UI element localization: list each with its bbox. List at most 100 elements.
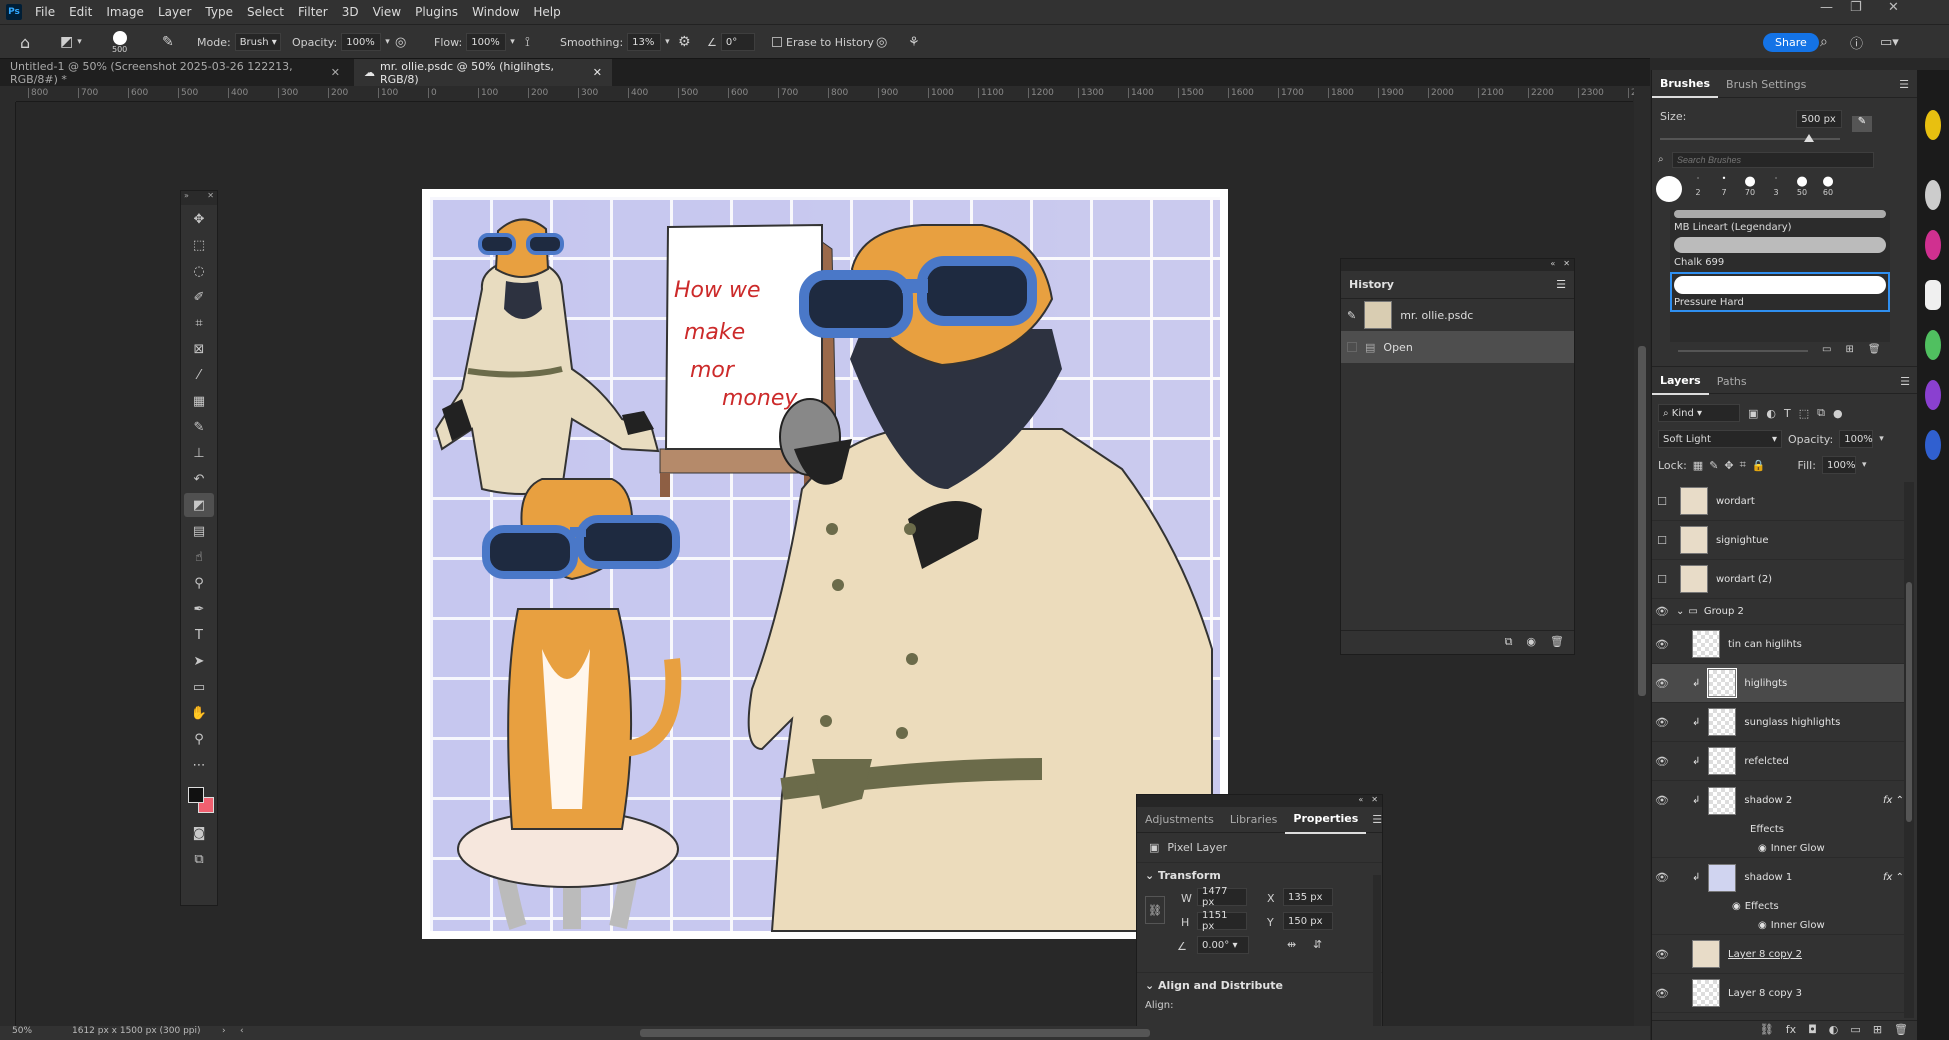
lock-position-icon[interactable]: ✥ bbox=[1724, 459, 1733, 472]
new-document-from-state-icon[interactable]: ⧉ bbox=[1505, 635, 1513, 650]
link-layers-icon[interactable]: ⛓ bbox=[1760, 1023, 1774, 1038]
dodge-tool-icon[interactable]: ⚲ bbox=[184, 571, 214, 595]
filter-shape-icon[interactable]: ⬚ bbox=[1799, 407, 1809, 420]
ruler-origin[interactable] bbox=[0, 86, 16, 102]
app-icon[interactable] bbox=[1925, 230, 1941, 260]
pressure-size-icon[interactable]: ◎ bbox=[876, 25, 887, 59]
x-input[interactable]: 135 px bbox=[1283, 888, 1333, 906]
close-icon[interactable]: ✕ bbox=[1371, 795, 1378, 807]
tab-brushes[interactable]: Brushes bbox=[1652, 70, 1719, 98]
tab-properties[interactable]: Properties bbox=[1285, 806, 1367, 834]
rectangle-tool-icon[interactable]: ▭ bbox=[184, 675, 214, 699]
eye-icon[interactable]: ◉ bbox=[1758, 920, 1767, 931]
size-slider-handle[interactable] bbox=[1804, 134, 1814, 142]
collapse-icon[interactable]: » bbox=[184, 191, 189, 205]
filter-kind-select[interactable]: ⌕ Kind ▾ bbox=[1658, 404, 1740, 422]
brush-size-picker[interactable]: 500 bbox=[112, 25, 127, 59]
home-icon[interactable]: ⌂ bbox=[20, 25, 30, 59]
layer-effects[interactable]: ◉ Effects bbox=[1652, 897, 1904, 916]
close-icon[interactable]: ✕ bbox=[207, 191, 214, 205]
lock-pixels-icon[interactable]: ✎ bbox=[1709, 459, 1718, 472]
chevron-down-icon[interactable]: ▾ bbox=[1879, 434, 1884, 444]
foreground-color-swatch[interactable] bbox=[188, 787, 204, 803]
brush-preset[interactable]: ● 50 bbox=[1794, 174, 1810, 197]
layer-refelcted[interactable]: 👁 ↲ refelcted bbox=[1652, 742, 1904, 781]
minimize-icon[interactable]: — bbox=[1820, 0, 1833, 15]
tab-layers[interactable]: Layers bbox=[1652, 367, 1709, 395]
horizontal-scrollbar[interactable] bbox=[640, 1029, 1150, 1037]
rotation-input[interactable]: 0.00° ▾ bbox=[1197, 936, 1249, 954]
lasso-tool-icon[interactable]: ◌ bbox=[184, 259, 214, 283]
eraser-tool-preset-icon[interactable]: ◩ ▾ bbox=[60, 25, 82, 59]
chevron-down-icon[interactable]: ▾ bbox=[665, 37, 670, 47]
zoom-level[interactable]: 50% bbox=[12, 1026, 32, 1036]
close-tab-icon[interactable]: ✕ bbox=[331, 66, 340, 79]
layers-scrollbar[interactable] bbox=[1904, 482, 1914, 1018]
app-icon[interactable] bbox=[1925, 380, 1941, 410]
document-canvas[interactable]: How we make mor money bbox=[422, 189, 1228, 939]
help-icon[interactable]: ⓘ bbox=[1850, 25, 1863, 59]
path-select-tool-icon[interactable]: ➤ bbox=[184, 649, 214, 673]
workspace-icon[interactable]: ▭▾ bbox=[1880, 25, 1899, 59]
eye-icon[interactable]: 👁 bbox=[1652, 677, 1672, 690]
menu-plugins[interactable]: Plugins bbox=[408, 5, 465, 19]
trash-icon[interactable]: 🗑 bbox=[1550, 635, 1564, 650]
chevron-down-icon[interactable]: ▾ bbox=[1862, 460, 1867, 470]
app-icon[interactable] bbox=[1925, 430, 1941, 460]
eye-icon[interactable]: ◉ bbox=[1732, 901, 1741, 912]
eye-icon[interactable]: 👁 bbox=[1652, 794, 1672, 807]
app-icon[interactable] bbox=[1925, 280, 1941, 310]
app-icon[interactable] bbox=[1925, 330, 1941, 360]
brush-size-input[interactable]: 500 px bbox=[1796, 110, 1843, 128]
app-icon[interactable] bbox=[1925, 180, 1941, 210]
more-tools-icon[interactable]: ⋯ bbox=[184, 753, 214, 777]
layer-sunglass-highlights[interactable]: 👁 ↲ sunglass highlights bbox=[1652, 703, 1904, 742]
folder-icon[interactable]: ▭ bbox=[1822, 344, 1831, 355]
layer-effects[interactable]: Effects bbox=[1652, 820, 1904, 839]
menu-window[interactable]: Window bbox=[465, 5, 526, 19]
layer-wordart-2[interactable]: ☐ wordart (2) bbox=[1652, 560, 1904, 599]
brush-preset[interactable]: · 2 bbox=[1690, 174, 1706, 197]
tab-untitled-1[interactable]: Untitled-1 @ 50% (Screenshot 2025-03-26 … bbox=[0, 59, 350, 86]
brush-tool-icon[interactable]: ✎ bbox=[184, 415, 214, 439]
layer-signightue[interactable]: ☐ signightue bbox=[1652, 521, 1904, 560]
healing-brush-tool-icon[interactable]: ▦ bbox=[184, 389, 214, 413]
panel-menu-icon[interactable]: ☰ bbox=[1891, 70, 1917, 97]
fill-input[interactable]: 100% bbox=[1821, 456, 1856, 474]
tab-mr-ollie[interactable]: ☁ mr. ollie.psdc @ 50% (higlihgts, RGB/8… bbox=[354, 59, 612, 86]
link-dimensions-icon[interactable]: ⛓ bbox=[1145, 896, 1165, 924]
new-layer-icon[interactable]: ⊞ bbox=[1873, 1023, 1882, 1038]
flow-input[interactable]: 100% bbox=[466, 33, 507, 51]
panel-menu-icon[interactable]: ☰ bbox=[1892, 367, 1918, 393]
mode-select[interactable]: Brush ▾ bbox=[234, 33, 281, 51]
brush-item[interactable]: MB Lineart (Legendary) bbox=[1670, 218, 1890, 237]
move-tool-icon[interactable]: ✥ bbox=[184, 207, 214, 231]
erase-history-checkbox[interactable] bbox=[772, 37, 782, 47]
layer-shadow-2[interactable]: 👁 ↲ shadow 2 fx ⌃ bbox=[1652, 781, 1904, 820]
search-icon[interactable]: ⌕ bbox=[1820, 25, 1828, 59]
brush-item-selected[interactable]: Pressure Hard bbox=[1670, 272, 1890, 312]
history-item-open[interactable]: ▤ Open bbox=[1341, 331, 1574, 363]
eye-icon[interactable]: 👁 bbox=[1652, 716, 1672, 729]
tab-adjustments[interactable]: Adjustments bbox=[1137, 806, 1222, 834]
vertical-scrollbar[interactable] bbox=[1634, 86, 1650, 1026]
eyedropper-tool-icon[interactable]: ⁄ bbox=[184, 363, 214, 387]
hand-tool-icon[interactable]: ✋ bbox=[184, 701, 214, 725]
lock-transparency-icon[interactable]: ▦ bbox=[1693, 459, 1703, 472]
menu-file[interactable]: File bbox=[28, 5, 62, 19]
color-swatches[interactable] bbox=[184, 779, 214, 819]
brush-preview-slider[interactable] bbox=[1678, 350, 1808, 352]
history-source-checkbox[interactable] bbox=[1347, 342, 1357, 352]
brush-settings-icon[interactable]: ✎ bbox=[1852, 116, 1872, 132]
flip-horizontal-icon[interactable]: ⇹ bbox=[1287, 938, 1296, 951]
opacity-input[interactable]: 100% bbox=[341, 33, 382, 51]
fx-icon[interactable]: fx bbox=[1786, 1023, 1796, 1038]
filter-type-icon[interactable]: T bbox=[1784, 407, 1791, 420]
quick-select-tool-icon[interactable]: ✐ bbox=[184, 285, 214, 309]
panel-menu-icon[interactable]: ☰ bbox=[1556, 278, 1566, 291]
quick-mask-icon[interactable]: ◙ bbox=[184, 821, 214, 845]
stamp-tool-icon[interactable]: ⊥ bbox=[184, 441, 214, 465]
history-brush-source-icon[interactable]: ✎ bbox=[1347, 309, 1356, 322]
visibility-toggle[interactable]: ☐ bbox=[1652, 495, 1672, 508]
type-tool-icon[interactable]: T bbox=[184, 623, 214, 647]
